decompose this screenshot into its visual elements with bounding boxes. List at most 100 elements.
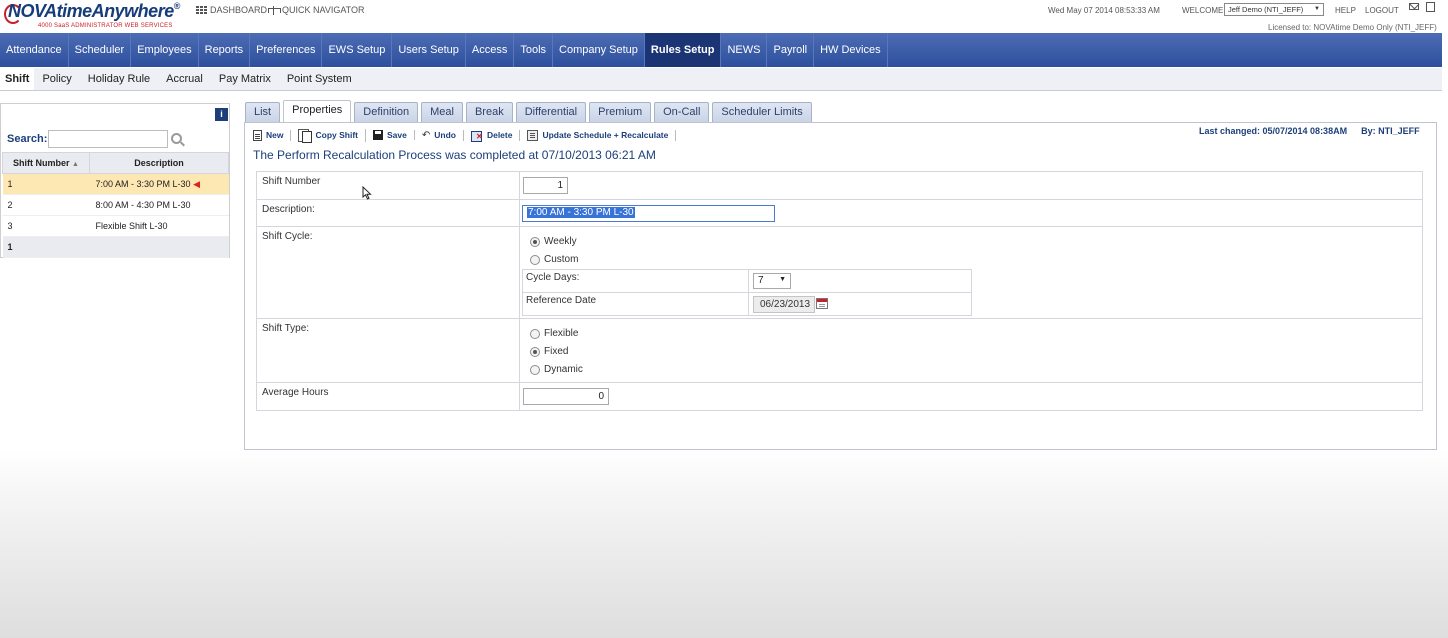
table-row[interactable]: 2 8:00 AM - 4:30 PM L-30 [2,194,229,216]
sort-asc-icon: ▲ [72,161,79,168]
nav-item-payroll[interactable]: Payroll [767,33,815,67]
reference-date-input[interactable]: 06/23/2013 [753,296,815,313]
delete-button[interactable]: Delete [464,129,521,142]
nav-item-attendance[interactable]: Attendance [0,33,69,67]
tab-premium[interactable]: Premium [589,102,652,123]
nav-item-company-setup[interactable]: Company Setup [553,33,645,67]
type-fixed-option[interactable]: Fixed [530,346,568,357]
search-icon[interactable] [171,133,182,144]
tab-on-call[interactable]: On-Call [654,102,710,123]
user-select[interactable]: Jeff Demo (NTI_JEFF) ▼ [1224,3,1324,16]
shift-type-label: Shift Type: [262,323,310,334]
nav-item-hw-devices[interactable]: HW Devices [814,33,888,67]
radio-custom[interactable] [530,254,540,265]
nav-item-access[interactable]: Access [466,33,515,67]
description-label: Description: [262,204,315,215]
shift-number-label: Shift Number [262,176,321,187]
shift-list-panel: i Search: Shift Number ▲ Description 1 7:… [0,103,230,258]
current-datetime: Wed May 07 2014 08:53:33 AM [1048,6,1160,15]
edit-note-icon[interactable] [1426,2,1435,12]
subnav-item-policy[interactable]: Policy [34,68,79,90]
tab-differential[interactable]: Differential [515,102,587,123]
subnav-item-holiday-rule[interactable]: Holiday Rule [80,68,158,90]
search-input[interactable] [48,130,168,148]
nav-item-reports[interactable]: Reports [199,33,251,67]
nav-item-rules-setup[interactable]: Rules Setup [644,33,722,67]
shift-cycle-label: Shift Cycle: [262,231,313,242]
tab-scheduler-limits[interactable]: Scheduler Limits [712,102,812,123]
copy-icon [298,128,313,143]
brand-name: NOVAtimeAnywhere [8,1,174,21]
description-input[interactable]: 7:00 AM - 3:30 PM L-30 [522,205,775,222]
info-icon[interactable]: i [215,108,228,121]
average-hours-row: Average Hours [257,383,1422,411]
radio-fixed[interactable] [530,346,540,357]
logout-link[interactable]: LOGOUT [1365,6,1399,15]
copy-shift-button[interactable]: Copy Shift [291,128,366,143]
tab-list[interactable]: List [245,102,281,123]
nav-item-news[interactable]: NEWS [721,33,768,67]
nav-item-tools[interactable]: Tools [514,33,554,67]
nav-item-ews-setup[interactable]: EWS Setup [322,33,393,67]
reference-date-label: Reference Date [526,295,597,306]
subnav-item-shift[interactable]: Shift [0,68,35,90]
toolbar: New Copy Shift Save ↶Undo Delete Update … [253,128,677,143]
search-label: Search: [7,133,48,145]
subnav-item-pay-matrix[interactable]: Pay Matrix [211,68,279,90]
quick-navigator-link[interactable]: QUICK NAVIGATOR [268,5,365,15]
cycle-weekly-option[interactable]: Weekly [530,236,577,247]
tab-properties[interactable]: Properties [283,100,352,123]
subnav-item-accrual[interactable]: Accrual [158,68,211,90]
shift-number-row: Shift Number [257,172,1422,200]
recalculation-message: The Perform Recalculation Process was co… [253,148,656,162]
radio-flexible[interactable] [530,328,540,339]
table-footer-row: 1 [2,236,229,258]
description-cell: 8:00 AM - 4:30 PM L-30 [89,194,229,216]
average-hours-input[interactable] [523,388,609,405]
new-doc-icon [253,129,262,141]
update-schedule-recalculate-button[interactable]: Update Schedule + Recalculate [520,129,677,141]
table-row[interactable]: 3 Flexible Shift L-30 [2,215,229,237]
column-header-shift-number[interactable]: Shift Number ▲ [2,152,90,174]
radio-weekly[interactable] [530,236,540,247]
update-icon [527,129,539,141]
type-dynamic-option[interactable]: Dynamic [530,364,583,375]
shift-table: Shift Number ▲ Description 1 7:00 AM - 3:… [2,152,229,258]
undo-button[interactable]: ↶ Undo [415,129,464,141]
shift-number-cell: 2 [2,194,90,216]
novatime-logo[interactable]: NOVAtimeAnywhere® 4000 SaaS ADMINISTRATO… [4,1,186,32]
help-link[interactable]: HELP [1335,6,1356,15]
column-header-description[interactable]: Description [89,152,229,174]
cycle-days-select[interactable]: 7 ▼ [753,273,791,289]
nav-item-preferences[interactable]: Preferences [250,33,323,67]
tab-meal[interactable]: Meal [421,102,463,123]
description-cell: 7:00 AM - 3:30 PM L-30 ◀ [89,173,229,195]
mouse-cursor-icon [362,185,372,200]
reference-date-row: Reference Date 06/23/2013 [523,293,971,316]
description-row: Description: 7:00 AM - 3:30 PM L-30 [257,200,1422,227]
tab-definition[interactable]: Definition [354,102,419,123]
calendar-icon[interactable] [816,298,828,309]
chevron-down-icon: ▼ [779,276,786,283]
save-button[interactable]: Save [366,130,415,140]
last-changed-info: Last changed: 05/07/2014 08:38AM By: NTI_… [1199,126,1420,136]
new-button[interactable]: New [253,129,292,141]
nav-item-users-setup[interactable]: Users Setup [392,33,466,67]
subnav-item-point-system[interactable]: Point System [279,68,360,90]
dashboard-link[interactable]: DASHBOARD [196,5,267,15]
mail-icon[interactable] [1409,3,1419,10]
table-row[interactable]: 1 7:00 AM - 3:30 PM L-30 ◀ [2,173,229,195]
dashboard-icon [196,5,207,15]
cycle-days-row: Cycle Days: 7 ▼ [523,270,971,293]
shift-type-row: Shift Type: Flexible Fixed Dynamic [257,319,1422,383]
tab-break[interactable]: Break [465,102,513,123]
nav-item-employees[interactable]: Employees [131,33,199,67]
radio-dynamic[interactable] [530,364,540,375]
cycle-details: Cycle Days: 7 ▼ Reference Date 06/23/2013 [522,269,972,316]
type-flexible-option[interactable]: Flexible [530,328,578,339]
selected-row-pointer-icon: ◀ [190,178,200,189]
nav-item-scheduler[interactable]: Scheduler [69,33,132,67]
sitemap-icon [268,5,281,15]
cycle-custom-option[interactable]: Custom [530,254,578,265]
shift-number-input[interactable] [523,177,568,194]
